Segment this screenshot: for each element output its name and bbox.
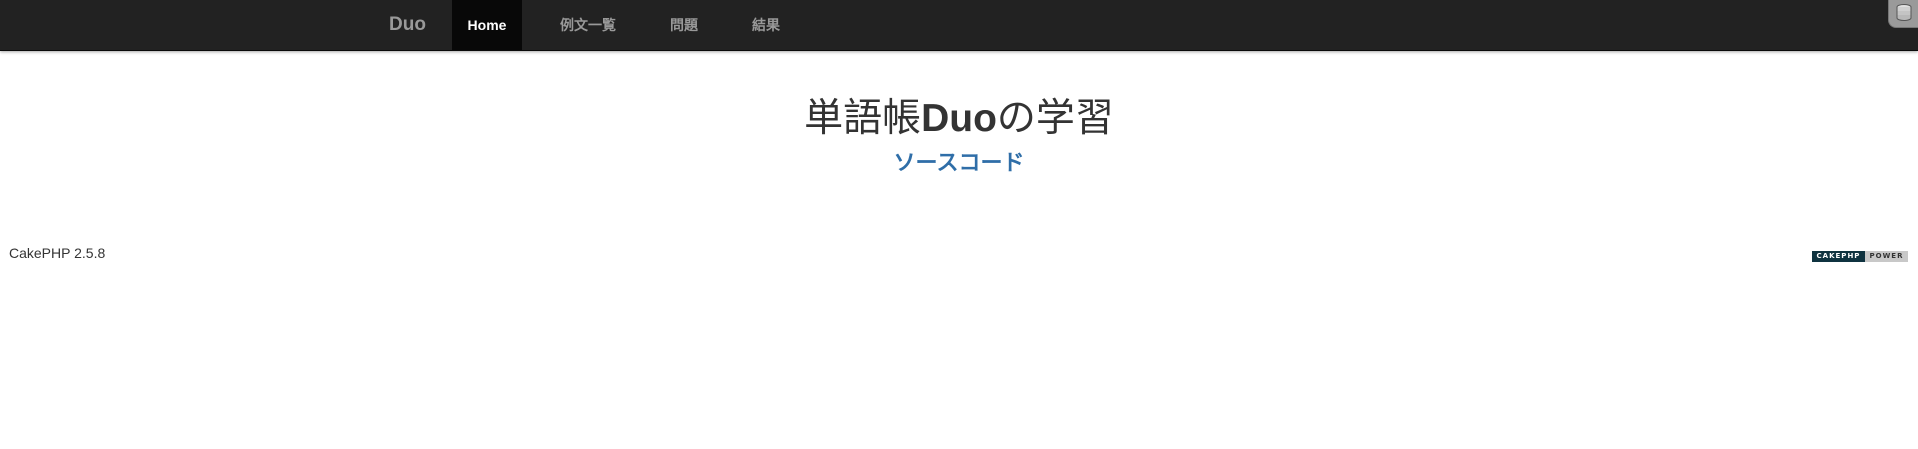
nav-item-home[interactable]: Home: [452, 0, 522, 50]
nav-item-results[interactable]: 結果: [736, 0, 796, 50]
page-title: 単語帳Duoの学習: [0, 94, 1918, 144]
nav-item-questions[interactable]: 問題: [654, 0, 714, 50]
navbar: Duo Home 例文一覧 問題 結果: [0, 0, 1918, 51]
power-badge-power: POWER: [1865, 251, 1908, 262]
title-suffix: の学習: [996, 97, 1114, 140]
title-strong: Duo: [921, 97, 997, 140]
source-code-link[interactable]: ソースコード: [0, 147, 1918, 179]
debug-toolbar-button[interactable]: [1888, 0, 1918, 28]
nav-item-example-list[interactable]: 例文一覧: [544, 0, 632, 50]
cakephp-version: CakePHP 2.5.8: [9, 245, 106, 261]
brand-link[interactable]: Duo: [389, 0, 426, 50]
title-prefix: 単語帳: [804, 97, 922, 140]
power-badge-cake: CAKEPHP: [1812, 251, 1865, 262]
cakephp-power-badge[interactable]: CAKEPHP POWER: [1812, 251, 1908, 262]
database-stack-icon: [1896, 4, 1912, 21]
